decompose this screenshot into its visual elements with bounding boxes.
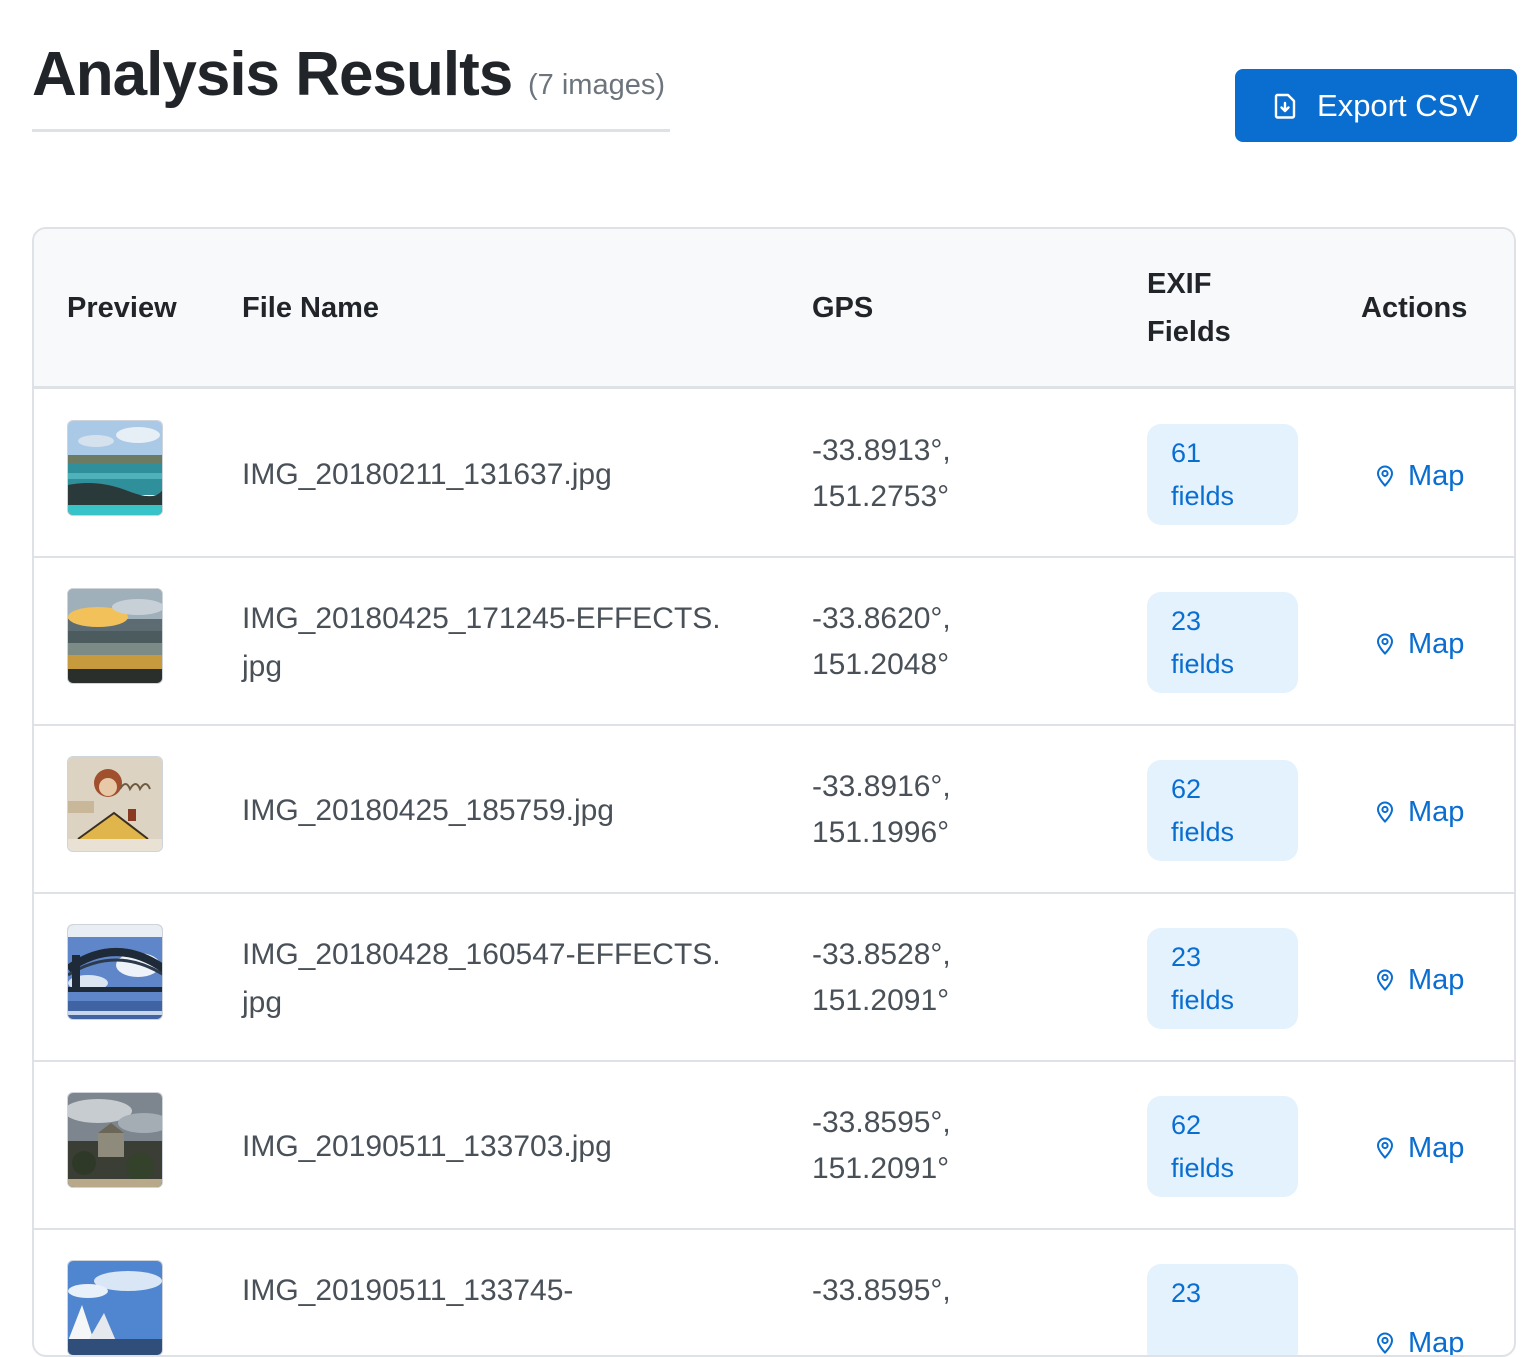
exif-fields-count: 23	[1171, 942, 1202, 972]
gps-latitude: -33.8595°,	[812, 1106, 951, 1139]
map-pin-icon	[1376, 801, 1394, 823]
results-header: Analysis Results (7 images)	[32, 40, 670, 132]
exif-fields-count: 62	[1171, 1110, 1202, 1140]
exif-fields-badge[interactable]: 23 fields	[1147, 592, 1298, 693]
exif-fields-label: fields	[1171, 481, 1235, 511]
map-link-label: Map	[1408, 628, 1465, 660]
opera-house-thumbnail[interactable]	[67, 1260, 163, 1355]
exif-fields-label: fields	[1171, 817, 1235, 847]
gps-latitude: -33.8595°,	[812, 1274, 951, 1307]
exif-fields-badge[interactable]: 62 fields	[1147, 760, 1298, 861]
column-header-file-name: File Name	[242, 292, 379, 324]
gps-coordinates: -33.8528°, 151.2091°	[812, 932, 1032, 1024]
gps-longitude: 151.2048°	[812, 648, 950, 681]
map-link-label: Map	[1408, 1132, 1465, 1164]
map-link-label: Map	[1408, 1327, 1465, 1357]
map-pin-icon	[1376, 465, 1394, 487]
map-link-label: Map	[1408, 460, 1465, 492]
exif-fields-badge[interactable]: 61 fields	[1147, 424, 1298, 525]
cloudy-city-thumbnail[interactable]	[67, 1092, 163, 1188]
table-row: IMG_20180211_131637.jpg -33.8913°, 151.2…	[34, 390, 1514, 558]
table-header: Preview File Name GPS EXIF Fields Action…	[34, 229, 1514, 389]
column-header-preview: Preview	[67, 292, 177, 324]
exif-fields-count: 23	[1171, 606, 1202, 636]
gps-coordinates: -33.8595°,	[812, 1268, 1032, 1314]
file-name: IMG_20190511_133703.jpg	[242, 1130, 612, 1163]
page-title: Analysis Results	[32, 40, 513, 109]
file-name: IMG_20190511_133745-	[242, 1274, 574, 1307]
sunset-harbour-thumbnail[interactable]	[67, 588, 163, 684]
export-csv-label: Export CSV	[1317, 87, 1479, 123]
map-pin-icon	[1376, 633, 1394, 655]
map-link[interactable]: Map	[1376, 1131, 1464, 1165]
table-row: IMG_20180425_171245-EFFECTS.jpg -33.8620…	[34, 558, 1514, 726]
exif-fields-label: fields	[1171, 985, 1235, 1015]
file-name: IMG_20180211_131637.jpg	[242, 458, 612, 491]
harbour-bridge-thumbnail[interactable]	[67, 924, 163, 1020]
exif-fields-badge[interactable]: 23	[1147, 1264, 1298, 1355]
gps-coordinates: -33.8916°, 151.1996°	[812, 764, 1032, 856]
coastal-pool-thumbnail[interactable]	[67, 420, 163, 516]
map-link-label: Map	[1408, 964, 1465, 996]
map-link[interactable]: Map	[1376, 1326, 1465, 1357]
file-name: IMG_20180425_185759.jpg	[242, 794, 614, 827]
column-header-exif-line1: EXIF	[1147, 268, 1212, 300]
table-row: IMG_20180425_185759.jpg -33.8916°, 151.1…	[34, 726, 1514, 894]
map-pin-icon	[1376, 969, 1394, 991]
exif-fields-badge[interactable]: 23 fields	[1147, 928, 1298, 1029]
gps-longitude: 151.2753°	[812, 480, 950, 513]
column-header-exif-fields: EXIF Fields	[1147, 260, 1231, 356]
table-row: IMG_20190511_133745- -33.8595°, 23 Map	[34, 1230, 1514, 1357]
gps-longitude: 151.2091°	[812, 984, 950, 1017]
exif-fields-count: 62	[1171, 774, 1202, 804]
results-table: Preview File Name GPS EXIF Fields Action…	[32, 227, 1516, 1357]
map-link[interactable]: Map	[1376, 459, 1464, 493]
table-row: IMG_20180428_160547-EFFECTS.jpg -33.8528…	[34, 894, 1514, 1062]
gps-latitude: -33.8528°,	[812, 938, 951, 971]
gps-coordinates: -33.8620°, 151.2048°	[812, 596, 1032, 688]
gps-longitude: 151.1996°	[812, 816, 950, 849]
street-art-thumbnail[interactable]	[67, 756, 163, 852]
table-row: IMG_20190511_133703.jpg -33.8595°, 151.2…	[34, 1062, 1514, 1230]
gps-coordinates: -33.8595°, 151.2091°	[812, 1100, 1032, 1192]
exif-fields-label: fields	[1171, 1153, 1235, 1183]
file-name: IMG_20180425_171245-EFFECTS.jpg	[242, 602, 721, 683]
file-download-icon	[1273, 93, 1297, 119]
exif-fields-label: fields	[1171, 649, 1235, 679]
map-link[interactable]: Map	[1376, 627, 1464, 661]
map-link[interactable]: Map	[1376, 963, 1464, 997]
gps-coordinates: -33.8913°, 151.2753°	[812, 428, 1032, 520]
gps-latitude: -33.8916°,	[812, 770, 951, 803]
map-link-label: Map	[1408, 796, 1465, 828]
column-header-exif-line2: Fields	[1147, 316, 1231, 348]
file-name: IMG_20180428_160547-EFFECTS.jpg	[242, 938, 721, 1019]
map-pin-icon	[1376, 1332, 1394, 1354]
exif-fields-count: 61	[1171, 438, 1202, 468]
map-link[interactable]: Map	[1376, 795, 1464, 829]
image-count: (7 images)	[528, 69, 665, 101]
column-header-actions: Actions	[1361, 292, 1468, 324]
column-header-gps: GPS	[812, 292, 874, 324]
map-pin-icon	[1376, 1137, 1394, 1159]
gps-latitude: -33.8913°,	[812, 434, 951, 467]
gps-longitude: 151.2091°	[812, 1152, 950, 1185]
gps-latitude: -33.8620°,	[812, 602, 951, 635]
export-csv-button[interactable]: Export CSV	[1235, 69, 1517, 142]
exif-fields-count: 23	[1171, 1278, 1202, 1308]
exif-fields-badge[interactable]: 62 fields	[1147, 1096, 1298, 1197]
